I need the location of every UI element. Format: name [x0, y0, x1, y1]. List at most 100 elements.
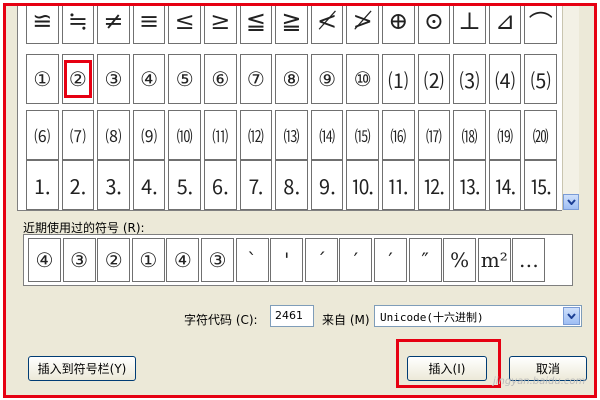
symbol-cell[interactable]: ⒇	[524, 110, 557, 160]
char-code-input[interactable]: 2461	[270, 305, 314, 327]
symbol-cell[interactable]: ≮	[310, 6, 344, 44]
watermark-text: jingyan.baidu.com	[493, 376, 586, 387]
symbol-cell[interactable]: ≌	[26, 6, 59, 44]
symbol-cell[interactable]: ⑨	[310, 54, 344, 104]
symbol-cell[interactable]: ⒀	[275, 110, 308, 160]
recent-symbol-cell[interactable]: ④	[28, 238, 61, 282]
symbol-cell[interactable]: ⒄	[417, 110, 451, 160]
insert-to-toolbar-button[interactable]: 插入到符号栏(Y)	[28, 356, 136, 381]
symbol-cell[interactable]: ⒃	[382, 110, 415, 160]
symbol-cell[interactable]: ①	[26, 54, 59, 104]
symbol-cell[interactable]: ⑵	[417, 54, 451, 104]
symbol-cell[interactable]: ⑦	[239, 54, 273, 104]
symbol-glyph: ⑩	[353, 67, 372, 91]
symbol-cell[interactable]: ≦	[239, 6, 273, 44]
symbol-cell[interactable]: ⑧	[275, 54, 308, 104]
symbol-cell[interactable]: ⑩	[346, 54, 379, 104]
from-select[interactable]: Unicode(十六进制)	[374, 305, 582, 327]
symbol-cell[interactable]: ⒆	[488, 110, 522, 160]
symbol-cell[interactable]: ⒎	[239, 160, 273, 210]
scroll-down-arrow[interactable]	[563, 194, 579, 210]
symbol-cell[interactable]: ⑿	[239, 110, 273, 160]
symbol-cell[interactable]: ⒓	[417, 160, 451, 210]
symbol-cell[interactable]: ⑺	[61, 110, 95, 160]
symbol-glyph: ≯	[352, 7, 373, 35]
symbol-cell[interactable]: ⊥	[453, 6, 486, 44]
recent-symbol-cell[interactable]: ①	[131, 238, 165, 282]
symbol-cell[interactable]: ⑹	[26, 110, 59, 160]
symbol-cell[interactable]: ⒈	[26, 160, 59, 210]
symbol-glyph: ⑵	[423, 68, 444, 93]
symbol-cell[interactable]: ≯	[346, 6, 379, 44]
symbol-cell[interactable]: ④	[132, 54, 166, 104]
symbol-grid: ≌ ≒ ≠ ≡ ≤ ≥ ≦ ≧ ≮ ≯ ⊕ ⊙ ⊥ ⊿ ⌒ ① ② ③ ④ ⑤ ⑥ ⑦ ⑧ ⑨ ⑩ ⑴ ⑵ ⑶ ⑷ ⑸ ⑹ ⑺ ⑻ ⑼ ⑽ ⑾ ⑿ ⒀ ⒁ ⒂…	[17, 6, 562, 211]
symbol-glyph: ①	[33, 67, 52, 91]
symbol-cell[interactable]: ⑶	[453, 54, 486, 104]
symbol-cell[interactable]: ≤	[168, 6, 201, 44]
symbol-cell[interactable]: ⒍	[204, 160, 237, 210]
symbol-cell[interactable]: ⒌	[168, 160, 201, 210]
symbol-glyph: ⑼	[141, 127, 158, 146]
recent-symbol-cell[interactable]: '	[270, 238, 304, 282]
recent-symbol-cell[interactable]: ③	[62, 238, 96, 282]
insert-button[interactable]: 插入(I)	[407, 356, 487, 381]
symbol-cell[interactable]: ⒕	[488, 160, 522, 210]
symbol-cell[interactable]: ⒉	[61, 160, 95, 210]
symbol-cell[interactable]: ③	[97, 54, 130, 104]
symbol-cell[interactable]: ⒅	[453, 110, 486, 160]
symbol-glyph: ≡	[139, 7, 160, 35]
symbol-glyph: ⊕	[388, 7, 409, 35]
symbol-cell[interactable]: ⑥	[204, 54, 237, 104]
symbol-cell[interactable]: ⑼	[132, 110, 166, 160]
symbol-cell[interactable]: ⑻	[97, 110, 130, 160]
from-dropdown-button[interactable]	[563, 307, 580, 325]
symbol-glyph: ⒃	[390, 127, 407, 146]
recent-symbol-cell[interactable]: ′	[339, 238, 373, 282]
recent-symbol-glyph: ″	[421, 248, 429, 272]
symbol-cell[interactable]: ⒂	[346, 110, 379, 160]
symbol-cell[interactable]: ≠	[97, 6, 130, 44]
symbol-cell[interactable]: ⒖	[524, 160, 557, 210]
symbol-cell[interactable]: ⊕	[382, 6, 415, 44]
recent-symbol-cell[interactable]: …	[512, 238, 546, 282]
recent-symbol-glyph: ④	[173, 248, 192, 272]
recent-symbol-cell[interactable]: ´	[304, 238, 338, 282]
recent-symbol-cell[interactable]: ②	[97, 238, 131, 282]
symbol-glyph: ⒈	[32, 174, 53, 199]
recent-symbol-cell[interactable]: m²	[477, 238, 511, 282]
symbol-cell[interactable]: ≡	[132, 6, 166, 44]
symbol-cell[interactable]: ②	[61, 54, 95, 104]
recent-symbol-cell[interactable]: ④	[166, 238, 200, 282]
symbol-cell[interactable]: ≒	[61, 6, 95, 44]
symbol-cell[interactable]: ≧	[275, 6, 308, 44]
symbol-cell[interactable]: ⑴	[382, 54, 415, 104]
recent-symbol-cell[interactable]: ′	[374, 238, 407, 282]
symbol-cell[interactable]: ⒁	[310, 110, 344, 160]
symbol-glyph: ≒	[67, 7, 88, 35]
symbol-cell[interactable]: ⌒	[524, 6, 557, 44]
recent-symbol-cell[interactable]: `	[235, 238, 269, 282]
symbol-cell[interactable]: ⒐	[310, 160, 344, 210]
symbol-cell[interactable]: ⑾	[204, 110, 237, 160]
recent-symbol-cell[interactable]: ③	[201, 238, 234, 282]
symbol-cell[interactable]: ⑸	[524, 54, 557, 104]
recent-symbol-cell[interactable]: %	[443, 238, 477, 282]
symbol-cell[interactable]: ⑽	[168, 110, 201, 160]
symbol-cell[interactable]: ⊙	[417, 6, 451, 44]
symbol-cell[interactable]: ⒋	[132, 160, 166, 210]
symbol-cell[interactable]: ⑷	[488, 54, 522, 104]
symbol-cell[interactable]: ⊿	[488, 6, 522, 44]
symbol-cell[interactable]: ⑤	[168, 54, 201, 104]
symbol-glyph: ⑹	[34, 127, 51, 146]
symbol-cell[interactable]: ⒑	[346, 160, 379, 210]
recent-symbol-glyph: ′	[388, 248, 393, 272]
symbol-glyph: ⑴	[388, 68, 409, 93]
symbol-cell[interactable]: ≥	[204, 6, 237, 44]
symbol-cell[interactable]: ⒊	[97, 160, 130, 210]
symbol-cell[interactable]: ⒏	[275, 160, 308, 210]
recent-symbols-row: ④ ③ ② ① ④ ③ ` ' ´ ′ ′ ″% m²…	[23, 234, 573, 286]
symbol-cell[interactable]: ⒔	[453, 160, 486, 210]
grid-scrollbar[interactable]	[562, 6, 579, 210]
recent-symbol-cell[interactable]: ″	[408, 238, 442, 282]
symbol-cell[interactable]: ⒒	[382, 160, 415, 210]
